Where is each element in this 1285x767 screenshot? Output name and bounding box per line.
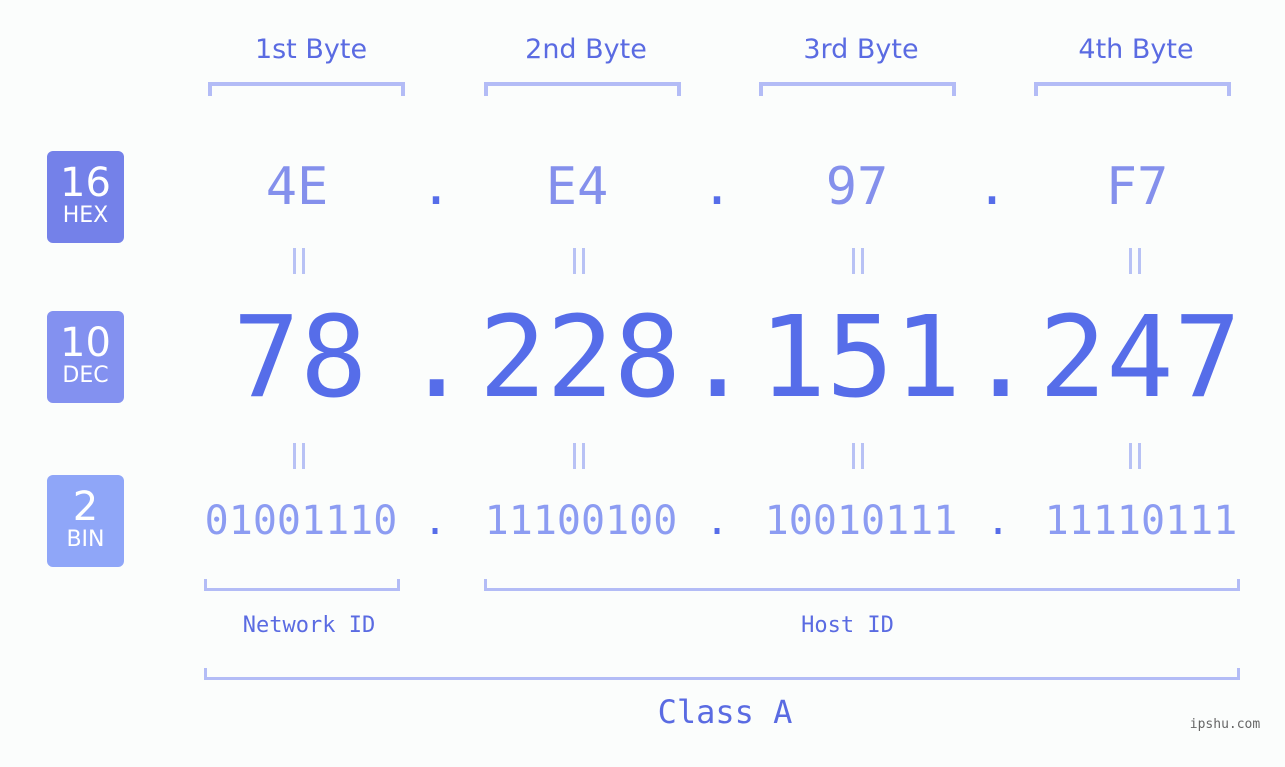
dec-badge: 10 DEC (47, 311, 124, 403)
equals-icon (1129, 443, 1141, 469)
dec-dot-2: . (684, 293, 752, 423)
network-id-bracket (204, 579, 400, 591)
bin-badge-number: 2 (72, 484, 99, 530)
equals-icon (293, 248, 305, 274)
dec-dot-3: . (967, 293, 1035, 423)
byte-label-3: 3rd Byte (803, 34, 919, 65)
hex-badge-label: HEX (62, 203, 109, 228)
byte-label-4: 4th Byte (1078, 34, 1194, 65)
byte-bracket-4 (1034, 82, 1231, 96)
network-id-label: Network ID (242, 613, 376, 638)
bin-byte-3: 10010111 (764, 498, 958, 544)
hex-byte-3: 97 (825, 157, 889, 217)
host-id-label: Host ID (801, 613, 894, 638)
equals-icon (573, 443, 585, 469)
hex-dot-1: . (420, 157, 452, 217)
byte-bracket-1 (208, 82, 405, 96)
hex-byte-2: E4 (545, 157, 609, 217)
dec-badge-label: DEC (62, 363, 109, 388)
dec-badge-number: 10 (60, 320, 111, 366)
byte-label-2: 2nd Byte (525, 34, 647, 65)
bin-dot-2: . (704, 498, 730, 544)
dec-byte-1: 78 (232, 293, 368, 423)
byte-bracket-3 (759, 82, 956, 96)
bin-dot-3: . (985, 498, 1011, 544)
byte-bracket-2 (484, 82, 681, 96)
equals-icon (1129, 248, 1141, 274)
hex-dot-2: . (701, 157, 733, 217)
class-bracket (204, 668, 1240, 680)
class-label: Class A (657, 693, 793, 731)
byte-label-1: 1st Byte (254, 34, 368, 65)
bin-badge: 2 BIN (47, 475, 124, 567)
watermark: ipshu.com (1189, 717, 1261, 732)
bin-dot-1: . (422, 498, 448, 544)
equals-icon (573, 248, 585, 274)
hex-byte-4: F7 (1105, 157, 1169, 217)
dec-byte-2: 228 (478, 293, 682, 423)
bin-badge-label: BIN (66, 527, 105, 552)
bin-byte-2: 11100100 (484, 498, 678, 544)
hex-byte-1: 4E (265, 157, 329, 217)
dec-byte-3: 151 (758, 293, 962, 423)
bin-byte-1: 01001110 (204, 498, 398, 544)
hex-badge-number: 16 (60, 160, 111, 206)
host-id-bracket (484, 579, 1240, 591)
equals-icon (852, 248, 864, 274)
equals-icon (852, 443, 864, 469)
bin-byte-4: 11110111 (1044, 498, 1238, 544)
hex-badge: 16 HEX (47, 151, 124, 243)
hex-dot-3: . (976, 157, 1008, 217)
equals-icon (293, 443, 305, 469)
dec-byte-4: 247 (1038, 293, 1242, 423)
dec-dot-1: . (403, 293, 471, 423)
